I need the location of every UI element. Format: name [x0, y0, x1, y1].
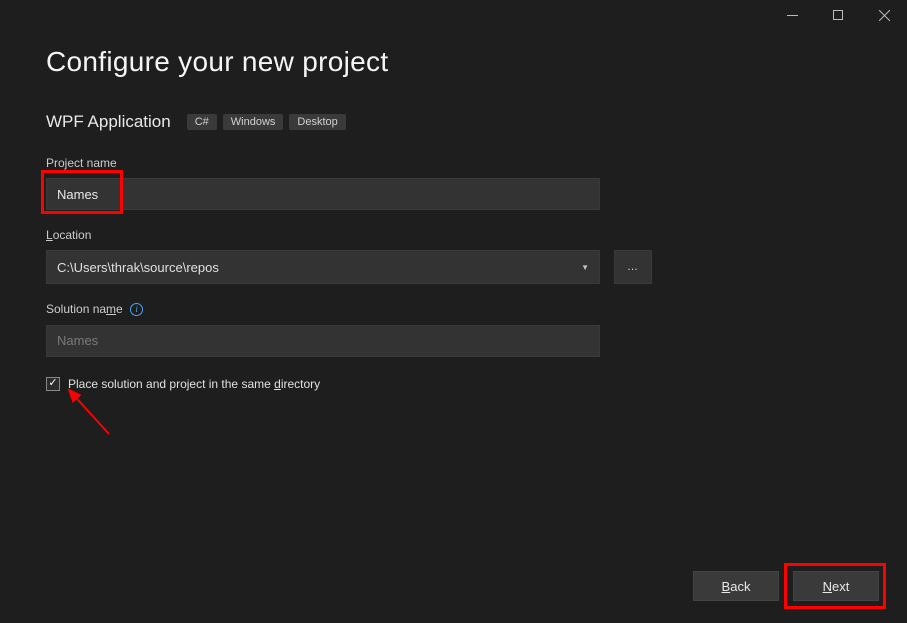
- location-label: Location: [46, 228, 861, 242]
- solution-name-label: Solution name i: [46, 302, 861, 317]
- titlebar: [769, 0, 907, 30]
- same-directory-checkbox[interactable]: [46, 377, 60, 391]
- solution-name-group: Solution name i: [46, 302, 861, 357]
- close-icon: [879, 10, 890, 21]
- next-button[interactable]: Next: [793, 571, 879, 601]
- template-name: WPF Application: [46, 112, 171, 132]
- project-name-label: Project name: [46, 156, 861, 170]
- minimize-icon: [787, 10, 798, 21]
- project-name-input[interactable]: [46, 178, 600, 210]
- maximize-button[interactable]: [815, 0, 861, 30]
- location-value: C:\Users\thrak\source\repos: [57, 260, 219, 275]
- annotation-arrow: [61, 386, 121, 446]
- location-select[interactable]: C:\Users\thrak\source\repos ▼: [46, 250, 600, 284]
- solution-name-input: [46, 325, 600, 357]
- browse-button[interactable]: …: [614, 250, 652, 284]
- minimize-button[interactable]: [769, 0, 815, 30]
- content: Configure your new project WPF Applicati…: [0, 0, 907, 391]
- close-button[interactable]: [861, 0, 907, 30]
- location-group: Location C:\Users\thrak\source\repos ▼ …: [46, 228, 861, 284]
- same-directory-row: Place solution and project in the same d…: [46, 377, 861, 391]
- project-name-group: Project name: [46, 156, 861, 210]
- tag-windows: Windows: [223, 114, 284, 130]
- same-directory-label: Place solution and project in the same d…: [68, 377, 320, 391]
- page-title: Configure your new project: [46, 46, 861, 78]
- back-button[interactable]: Back: [693, 571, 779, 601]
- tag-desktop: Desktop: [289, 114, 345, 130]
- footer: Back Next: [693, 571, 879, 601]
- chevron-down-icon: ▼: [581, 263, 589, 272]
- template-info: WPF Application C# Windows Desktop: [46, 112, 861, 132]
- info-icon[interactable]: i: [130, 303, 143, 316]
- tag-csharp: C#: [187, 114, 217, 130]
- maximize-icon: [833, 10, 843, 20]
- template-tags: C# Windows Desktop: [187, 114, 346, 130]
